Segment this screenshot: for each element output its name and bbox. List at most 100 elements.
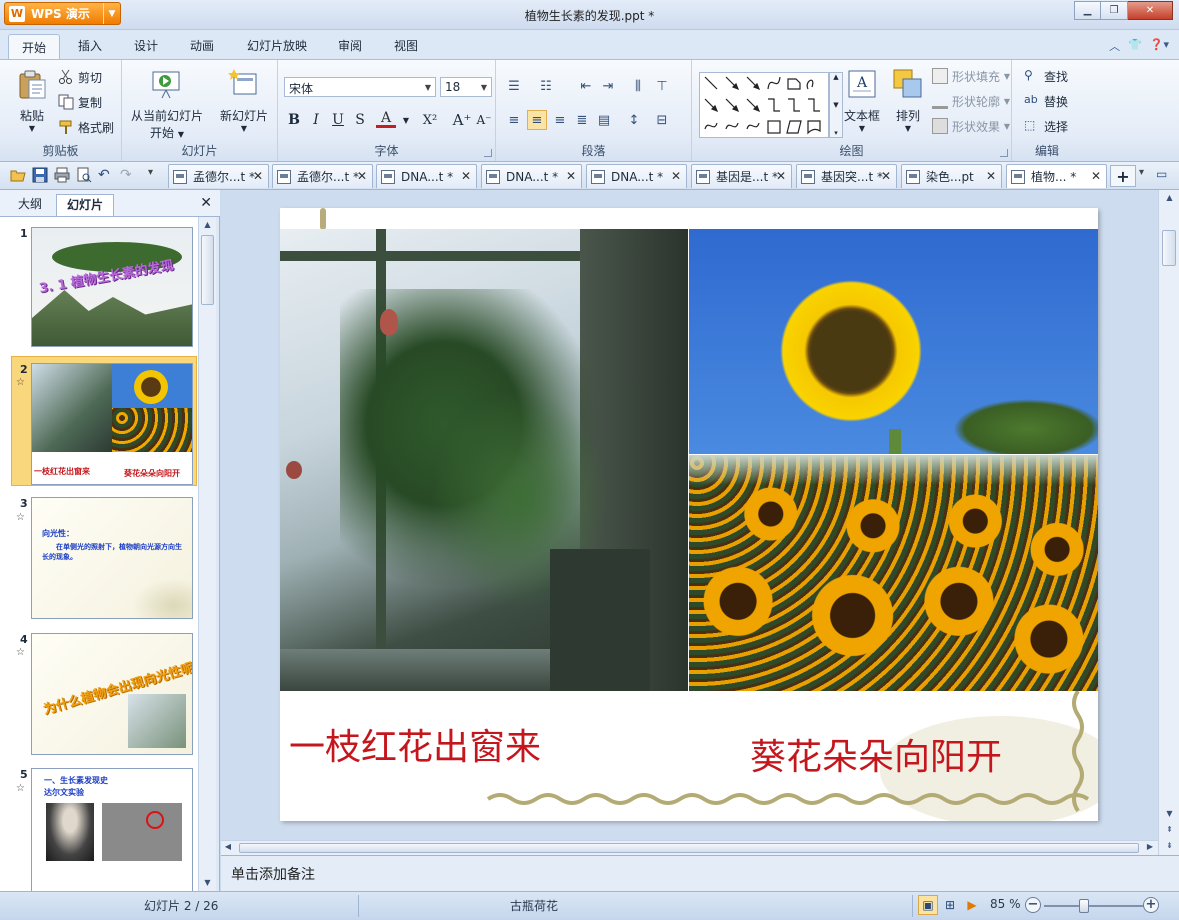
- notes-pane[interactable]: 单击添加备注: [221, 855, 1179, 891]
- new-slide-button[interactable]: 新幻灯片 ▼: [216, 68, 272, 133]
- save-icon[interactable]: [32, 167, 48, 183]
- document-tab[interactable]: DNA...t * ✕: [481, 164, 582, 188]
- close-tab-icon[interactable]: ✕: [881, 169, 891, 183]
- shadow-button[interactable]: S: [350, 110, 370, 130]
- cut-button[interactable]: 剪切: [58, 67, 102, 87]
- close-tab-icon[interactable]: ✕: [461, 169, 471, 183]
- grow-font-button[interactable]: A⁺: [452, 110, 472, 130]
- line-spacing-icon[interactable]: ↕: [624, 110, 644, 130]
- print-preview-icon[interactable]: [76, 167, 92, 183]
- dialog-launcher-icon[interactable]: [484, 149, 492, 157]
- zoom-slider-handle[interactable]: [1079, 899, 1089, 913]
- close-tab-icon[interactable]: ✕: [357, 169, 367, 183]
- document-tab[interactable]: 基因突...t * ✕: [796, 164, 897, 188]
- skin-icon[interactable]: 👕: [1128, 38, 1142, 54]
- italic-button[interactable]: I: [306, 110, 326, 130]
- new-tab-button[interactable]: +: [1110, 165, 1136, 187]
- tab-slideshow[interactable]: 幻灯片放映: [238, 37, 316, 59]
- shrink-font-button[interactable]: A⁻: [474, 110, 494, 130]
- numbering-icon[interactable]: ☷: [536, 76, 556, 96]
- zoom-level[interactable]: 85 %: [990, 897, 1021, 911]
- columns-icon[interactable]: ⊟: [652, 110, 672, 130]
- redo-icon[interactable]: ↷: [120, 167, 136, 183]
- scrollbar-thumb[interactable]: [201, 235, 214, 305]
- current-slide[interactable]: 一枝红花出窗来 葵花朵朵向阳开: [280, 208, 1098, 821]
- close-tab-icon[interactable]: ✕: [776, 169, 786, 183]
- tab-animation[interactable]: 动画: [180, 37, 224, 59]
- close-tab-icon[interactable]: ✕: [671, 169, 681, 183]
- slide-thumbnail-5[interactable]: 一、生长素发现史 达尔文实验: [31, 768, 193, 891]
- tab-insert[interactable]: 插入: [68, 37, 112, 59]
- chevron-down-icon[interactable]: ▼: [1161, 806, 1178, 822]
- bullets-icon[interactable]: ☰: [504, 76, 524, 96]
- document-tab[interactable]: 基因是...t * ✕: [691, 164, 792, 188]
- restore-button[interactable]: ❐: [1101, 1, 1128, 20]
- slide-caption-left[interactable]: 一枝红花出窗来: [289, 718, 541, 770]
- bold-button[interactable]: B: [284, 110, 304, 130]
- minimize-button[interactable]: ▁: [1074, 1, 1101, 20]
- scrollbar-thumb[interactable]: [239, 843, 1139, 853]
- replace-button[interactable]: ab 替换: [1024, 91, 1068, 111]
- close-tab-icon[interactable]: ✕: [986, 169, 996, 183]
- slide-thumbnail-2[interactable]: 一枝红花出窗来 葵花朵朵向阳开: [31, 363, 193, 485]
- font-size-select[interactable]: 18 ▼: [440, 77, 492, 97]
- collapse-ribbon-icon[interactable]: ︿: [1109, 38, 1120, 54]
- chevron-down-icon[interactable]: ▼: [199, 875, 216, 891]
- slide-sorter-view-button[interactable]: ⊞: [940, 895, 960, 915]
- customize-toolbar-icon[interactable]: ▾: [148, 167, 164, 183]
- window-switch-icon[interactable]: ▭: [1156, 167, 1172, 183]
- decrease-indent-icon[interactable]: ⇤: [576, 76, 596, 96]
- thumbnail-scrollbar[interactable]: ▲ ▼: [198, 217, 216, 891]
- zoom-out-button[interactable]: −: [1025, 897, 1041, 913]
- document-tab[interactable]: 孟德尔...t * ✕: [168, 164, 269, 188]
- align-right-icon[interactable]: ≡: [550, 110, 570, 130]
- tab-design[interactable]: 设计: [124, 37, 168, 59]
- tab-review[interactable]: 审阅: [328, 37, 372, 59]
- normal-view-button[interactable]: ▣: [918, 895, 938, 915]
- close-tab-icon[interactable]: ✕: [566, 169, 576, 183]
- distributed-icon[interactable]: ▤: [594, 110, 614, 130]
- copy-button[interactable]: 复制: [58, 92, 102, 112]
- chevron-right-icon[interactable]: ▶: [1143, 840, 1157, 854]
- slideshow-view-button[interactable]: ▶: [962, 895, 982, 915]
- help-icon[interactable]: ❓▾: [1150, 38, 1169, 54]
- slide-vertical-scrollbar[interactable]: ▲ ▼ ⇞ ⇟: [1158, 190, 1179, 855]
- arrange-button[interactable]: 排列 ▼: [888, 68, 928, 133]
- undo-icon[interactable]: ↶: [98, 167, 114, 183]
- zoom-in-button[interactable]: +: [1143, 897, 1159, 913]
- close-tab-icon[interactable]: ✕: [1091, 169, 1101, 183]
- close-tab-icon[interactable]: ✕: [253, 169, 263, 183]
- shape-effects-button[interactable]: 形状效果 ▼: [932, 116, 1010, 136]
- chevron-up-icon[interactable]: ▲: [1161, 190, 1178, 206]
- play-from-current-button[interactable]: 从当前幻灯片 开始 ▼: [128, 68, 206, 141]
- tab-view[interactable]: 视图: [384, 37, 428, 59]
- align-left-icon[interactable]: ≡: [504, 110, 524, 130]
- next-slide-icon[interactable]: ⇟: [1161, 838, 1178, 854]
- document-tab[interactable]: 孟德尔...t * ✕: [272, 164, 373, 188]
- tab-home[interactable]: 开始: [8, 34, 60, 60]
- document-tab-active[interactable]: 植物... * ✕: [1006, 164, 1107, 188]
- text-direction-icon[interactable]: ⫼: [628, 76, 648, 96]
- align-text-icon[interactable]: ⊤: [652, 76, 672, 96]
- align-center-icon[interactable]: ≡: [527, 110, 547, 130]
- zoom-slider-track[interactable]: [1044, 905, 1144, 907]
- increase-indent-icon[interactable]: ⇥: [598, 76, 618, 96]
- chevron-left-icon[interactable]: ◀: [221, 840, 235, 854]
- shape-outline-button[interactable]: 形状轮廓 ▼: [932, 91, 1010, 111]
- scrollbar-thumb[interactable]: [1162, 230, 1176, 266]
- select-button[interactable]: ⬚ 选择: [1024, 116, 1068, 136]
- chevron-up-icon[interactable]: ▲: [199, 217, 216, 233]
- chevron-down-icon[interactable]: ▼: [396, 110, 416, 130]
- tab-list-icon[interactable]: ▾: [1139, 167, 1155, 183]
- slide-thumbnail-3[interactable]: 向光性： 在单侧光的照射下，植物朝向光源方向生长的现象。: [31, 497, 193, 619]
- slide-thumbnail-1[interactable]: 3. 1 植物生长素的发现: [31, 227, 193, 347]
- textbox-button[interactable]: A 文本框 ▼: [842, 68, 882, 133]
- close-window-button[interactable]: ✕: [1128, 1, 1173, 20]
- slide-horizontal-scrollbar[interactable]: ◀ ▶: [221, 840, 1158, 855]
- format-painter-button[interactable]: 格式刷: [58, 117, 114, 137]
- print-icon[interactable]: [54, 167, 70, 183]
- slide-thumbnail-4[interactable]: 为什么植物会出现向光性呢？: [31, 633, 193, 755]
- open-folder-icon[interactable]: [10, 167, 26, 183]
- previous-slide-icon[interactable]: ⇞: [1161, 822, 1178, 838]
- document-tab[interactable]: 染色...pt ✕: [901, 164, 1002, 188]
